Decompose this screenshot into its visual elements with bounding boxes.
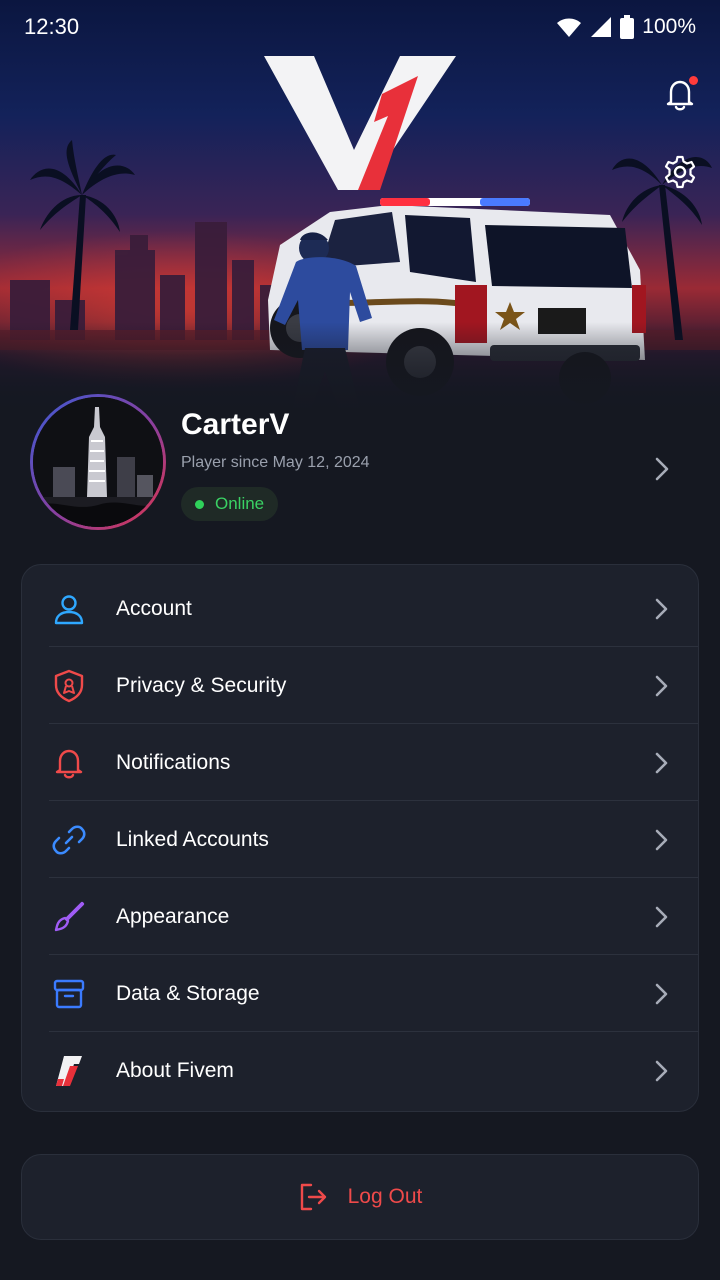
member-since: Player since May 12, 2024 [181, 454, 370, 471]
menu-item-label: Appearance [116, 904, 230, 928]
status-icons: 100% [556, 15, 696, 39]
user-icon [52, 592, 86, 626]
wifi-icon [557, 18, 582, 37]
avatar[interactable] [30, 394, 166, 530]
chevron-right-icon [655, 829, 668, 850]
menu-item-privacy-security[interactable]: Privacy & Security [22, 647, 698, 724]
hero-banner [0, 0, 720, 412]
fivem-logo-icon [52, 1054, 86, 1088]
status-badge-label: Online [215, 494, 265, 513]
avatar-tower-photo [33, 397, 163, 527]
menu-item-appearance[interactable]: Appearance [22, 878, 698, 955]
bell-icon [52, 746, 86, 780]
battery-icon [620, 15, 635, 39]
menu-item-label: Privacy & Security [116, 673, 287, 697]
signal-icon [591, 17, 612, 37]
settings-button[interactable] [662, 154, 698, 190]
online-dot [195, 499, 204, 509]
battery-percent: 100% [642, 15, 696, 38]
menu-item-label: Notifications [116, 750, 231, 774]
chevron-right-icon [655, 1060, 668, 1081]
brush-icon [52, 900, 86, 934]
chevron-right-icon [655, 906, 668, 927]
menu-item-about-fivem[interactable]: About Fivem [22, 1032, 698, 1109]
app-logo [264, 56, 456, 190]
profile-name: CarterV [181, 408, 290, 441]
profile-open-button[interactable] [650, 455, 674, 483]
chevron-right-icon [655, 457, 669, 481]
menu-item-label: Linked Accounts [116, 827, 269, 851]
notifications-button[interactable] [662, 76, 698, 112]
status-time: 12:30 [24, 14, 80, 39]
shield-icon [52, 669, 86, 703]
menu-item-data-storage[interactable]: Data & Storage [22, 955, 698, 1032]
menu-item-label: Data & Storage [116, 981, 260, 1005]
menu-item-label: About Fivem [116, 1058, 234, 1082]
settings-menu: Account Privacy & Security Notifications [21, 564, 699, 1112]
menu-item-linked-accounts[interactable]: Linked Accounts [22, 801, 698, 878]
unread-dot [689, 76, 698, 85]
link-icon [52, 823, 86, 857]
menu-item-label: Account [116, 596, 192, 620]
status-badge: Online [181, 487, 279, 521]
logout-icon [300, 1183, 326, 1211]
gear-icon [664, 155, 696, 189]
menu-item-account[interactable]: Account [22, 570, 698, 647]
menu-item-notifications[interactable]: Notifications [22, 724, 698, 801]
status-bar: 12:30 100% [0, 0, 720, 54]
avatar-image [33, 397, 163, 527]
archive-icon [52, 977, 86, 1011]
chevron-right-icon [655, 983, 668, 1004]
chevron-right-icon [655, 752, 668, 773]
logout-label: Log Out [347, 1185, 423, 1208]
chevron-right-icon [655, 675, 668, 696]
chevron-right-icon [655, 598, 668, 619]
logout-button[interactable]: Log Out [21, 1154, 699, 1240]
